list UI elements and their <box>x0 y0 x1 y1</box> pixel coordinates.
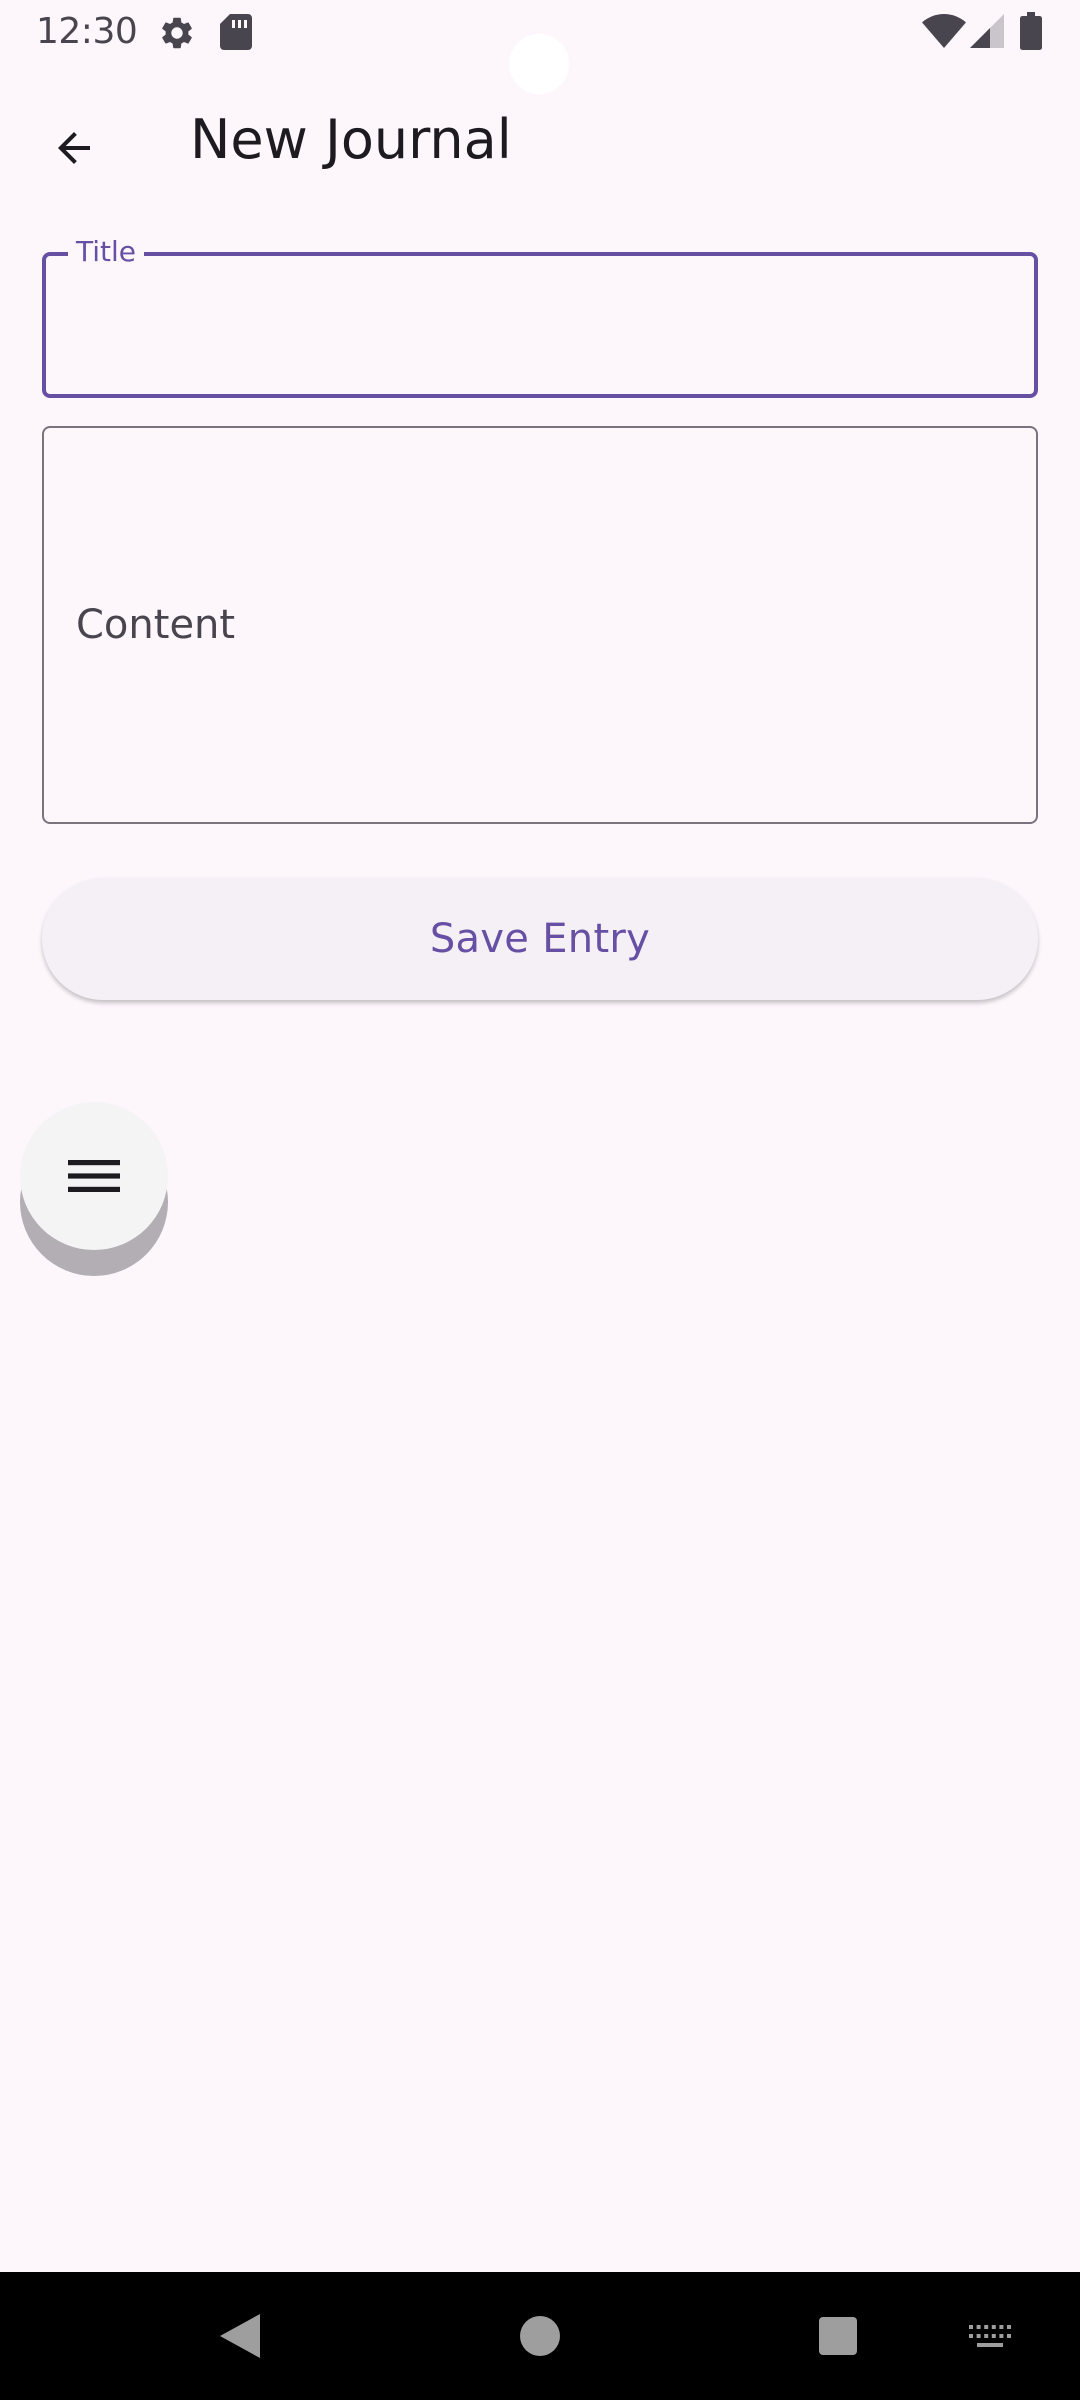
keyboard-icon <box>969 2325 1011 2347</box>
battery-icon <box>1020 12 1042 50</box>
save-entry-label: Save Entry <box>429 916 651 962</box>
menu-icon <box>68 1160 120 1192</box>
sd-card-icon <box>220 14 252 50</box>
page-title: New Journal <box>190 108 512 171</box>
top-app-bar: New Journal <box>0 72 1080 200</box>
menu-fab[interactable] <box>20 1102 168 1250</box>
home-circle-icon <box>520 2316 560 2356</box>
nav-recents-button[interactable] <box>798 2296 878 2376</box>
recents-square-icon <box>819 2317 857 2355</box>
content-placeholder: Content <box>76 602 236 648</box>
nav-back-button[interactable] <box>200 2296 280 2376</box>
system-nav-bar <box>0 2272 1080 2400</box>
back-button[interactable] <box>30 104 118 192</box>
nav-home-button[interactable] <box>500 2296 580 2376</box>
content-input[interactable]: Content <box>42 426 1038 824</box>
settings-icon <box>162 17 192 49</box>
signal-icon <box>970 14 1004 48</box>
arrow-back-icon <box>58 132 90 164</box>
title-input[interactable]: Title <box>42 234 1038 398</box>
nav-keyboard-button[interactable] <box>950 2296 1030 2376</box>
status-time: 12:30 <box>36 11 138 52</box>
wifi-icon <box>922 14 966 48</box>
save-entry-button[interactable]: Save Entry <box>42 878 1038 1000</box>
title-label: Title <box>68 234 145 270</box>
back-triangle-icon <box>220 2314 260 2358</box>
